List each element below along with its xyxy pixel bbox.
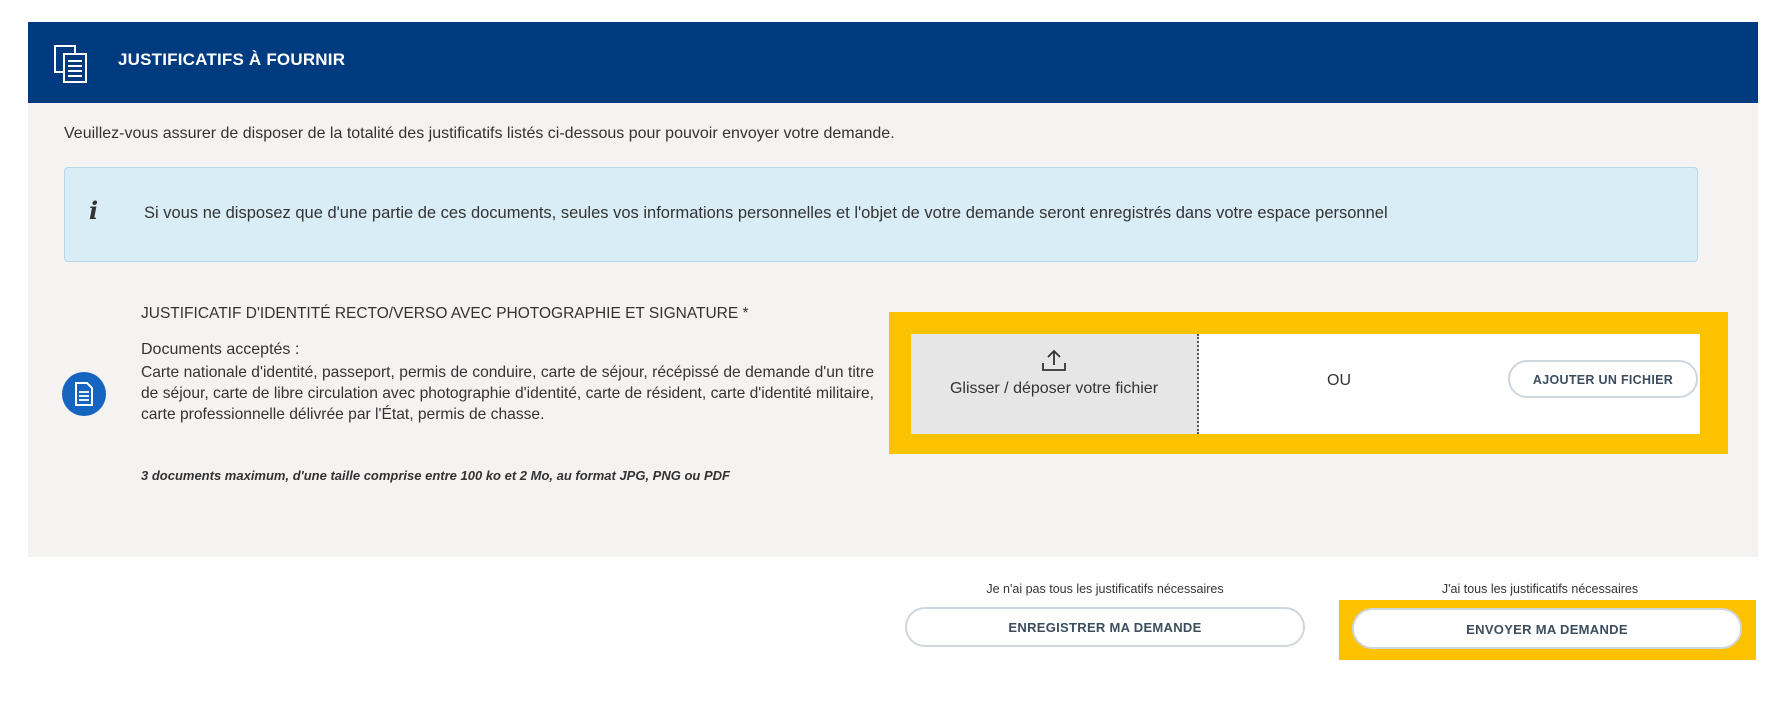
info-icon: i (89, 196, 99, 225)
save-request-button[interactable]: ENREGISTRER MA DEMANDE (905, 607, 1305, 647)
document-title: JUSTIFICATIF D'IDENTITÉ RECTO/VERSO AVEC… (141, 305, 749, 322)
upload-icon (1041, 348, 1067, 377)
accepted-documents-list: Carte nationale d'identité, passeport, p… (141, 364, 874, 423)
or-label: OU (1327, 372, 1351, 389)
send-request-button[interactable]: ENVOYER MA DEMANDE (1352, 608, 1742, 649)
document-icon (62, 372, 106, 416)
dropzone-label: Glisser / déposer votre fichier (949, 380, 1159, 397)
info-box: i Si vous ne disposez que d'une partie d… (64, 167, 1698, 262)
panel-title: JUSTIFICATIFS À FOURNIR (118, 50, 346, 69)
document-constraints: 3 documents maximum, d'une taille compri… (141, 468, 730, 483)
send-hint: J'ai tous les justificatifs nécessaires (1441, 582, 1639, 596)
accepted-documents-label: Documents acceptés : (141, 341, 300, 358)
intro-text: Veuillez-vous assurer de disposer de la … (64, 125, 895, 142)
justificatifs-panel: JUSTIFICATIFS À FOURNIR Veuillez-vous as… (28, 22, 1758, 557)
panel-header: JUSTIFICATIFS À FOURNIR (28, 22, 1758, 103)
info-text: Si vous ne disposez que d'une partie de … (144, 204, 1388, 222)
save-hint: Je n'ai pas tous les justificatifs néces… (986, 582, 1224, 596)
upload-box: Glisser / déposer votre fichier OU AJOUT… (911, 334, 1700, 434)
add-file-button[interactable]: AJOUTER UN FICHIER (1508, 360, 1698, 398)
file-dropzone[interactable]: Glisser / déposer votre fichier (911, 334, 1199, 434)
documents-icon (52, 44, 90, 84)
